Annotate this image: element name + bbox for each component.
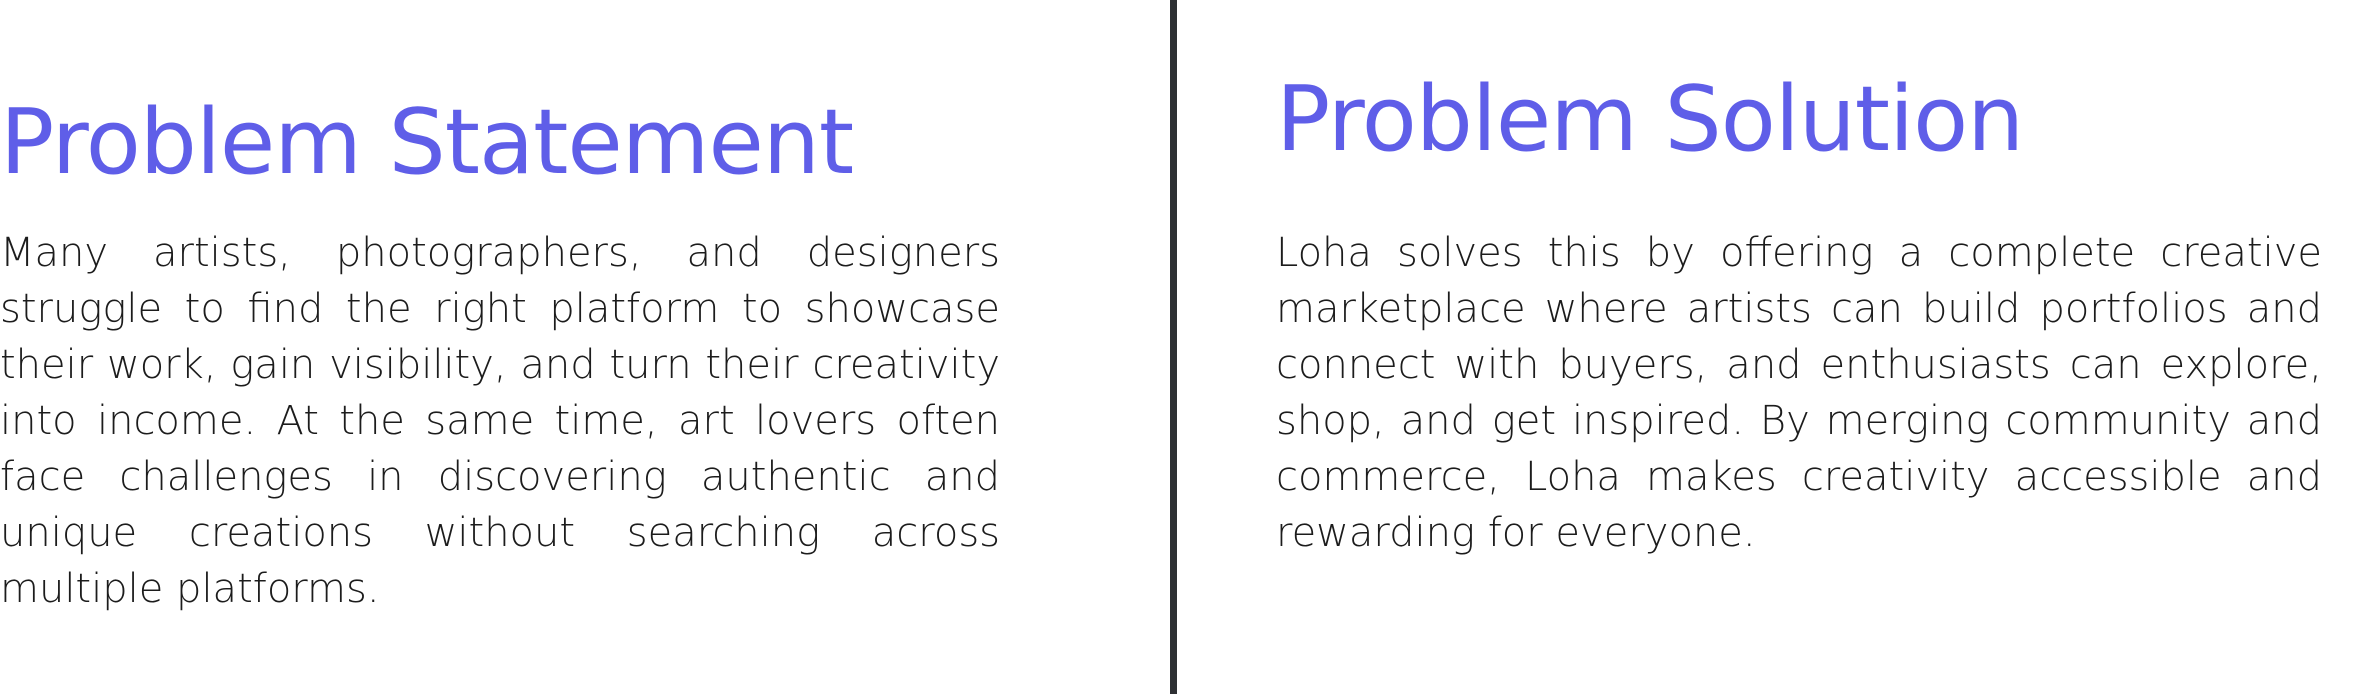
problem-statement-section: Problem Statement Many artists, photogra… [0, 0, 1000, 694]
problem-solution-title: Problem Solution [1276, 67, 2024, 172]
vertical-divider [1170, 0, 1177, 694]
problem-solution-section: Problem Solution Loha solves this by off… [1276, 0, 2322, 694]
problem-statement-title: Problem Statement [0, 90, 854, 195]
problem-solution-body: Loha solves this by offering a complete … [1276, 230, 2322, 556]
problem-statement-body: Many artists, photographers, and designe… [0, 230, 1000, 612]
